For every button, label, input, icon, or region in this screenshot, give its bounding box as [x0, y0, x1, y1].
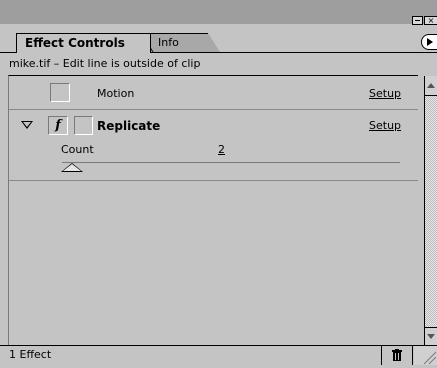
count-param-label: Count [61, 143, 94, 156]
effect-row-motion[interactable] [9, 76, 418, 110]
motion-label: Motion [97, 87, 135, 100]
scroll-up-arrow-icon[interactable] [424, 76, 437, 96]
vertical-scrollbar[interactable] [424, 76, 437, 345]
minimize-box-icon[interactable] [412, 16, 423, 25]
twirl-down-triangle-icon[interactable] [21, 121, 33, 129]
replicate-setup-link[interactable]: Setup [369, 119, 401, 133]
replicate-enable-checkbox[interactable] [74, 116, 93, 135]
scroll-down-arrow-icon[interactable] [424, 327, 437, 345]
close-box-icon[interactable]: × [424, 16, 437, 25]
effect-count-status: 1 Effect [9, 348, 52, 361]
tab-info[interactable]: Info [150, 33, 220, 52]
palette-title-bar[interactable] [0, 0, 437, 24]
replicate-label: Replicate [97, 119, 161, 133]
effect-fx-toggle[interactable]: f [48, 116, 68, 135]
count-slider-thumb[interactable] [61, 163, 83, 172]
count-value-field[interactable]: 2 [218, 143, 225, 157]
motion-enable-checkbox[interactable] [50, 83, 70, 102]
resize-grip-icon[interactable] [414, 346, 437, 365]
panel-menu-arrow-icon[interactable] [421, 34, 437, 50]
clip-info-text: mike.tif – Edit line is outside of clip [9, 57, 201, 70]
count-slider-track[interactable] [62, 162, 400, 163]
tab-effect-controls[interactable]: Effect Controls [16, 33, 151, 53]
trash-icon[interactable] [381, 346, 413, 365]
palette-footer [0, 345, 437, 365]
motion-setup-link[interactable]: Setup [369, 87, 401, 101]
